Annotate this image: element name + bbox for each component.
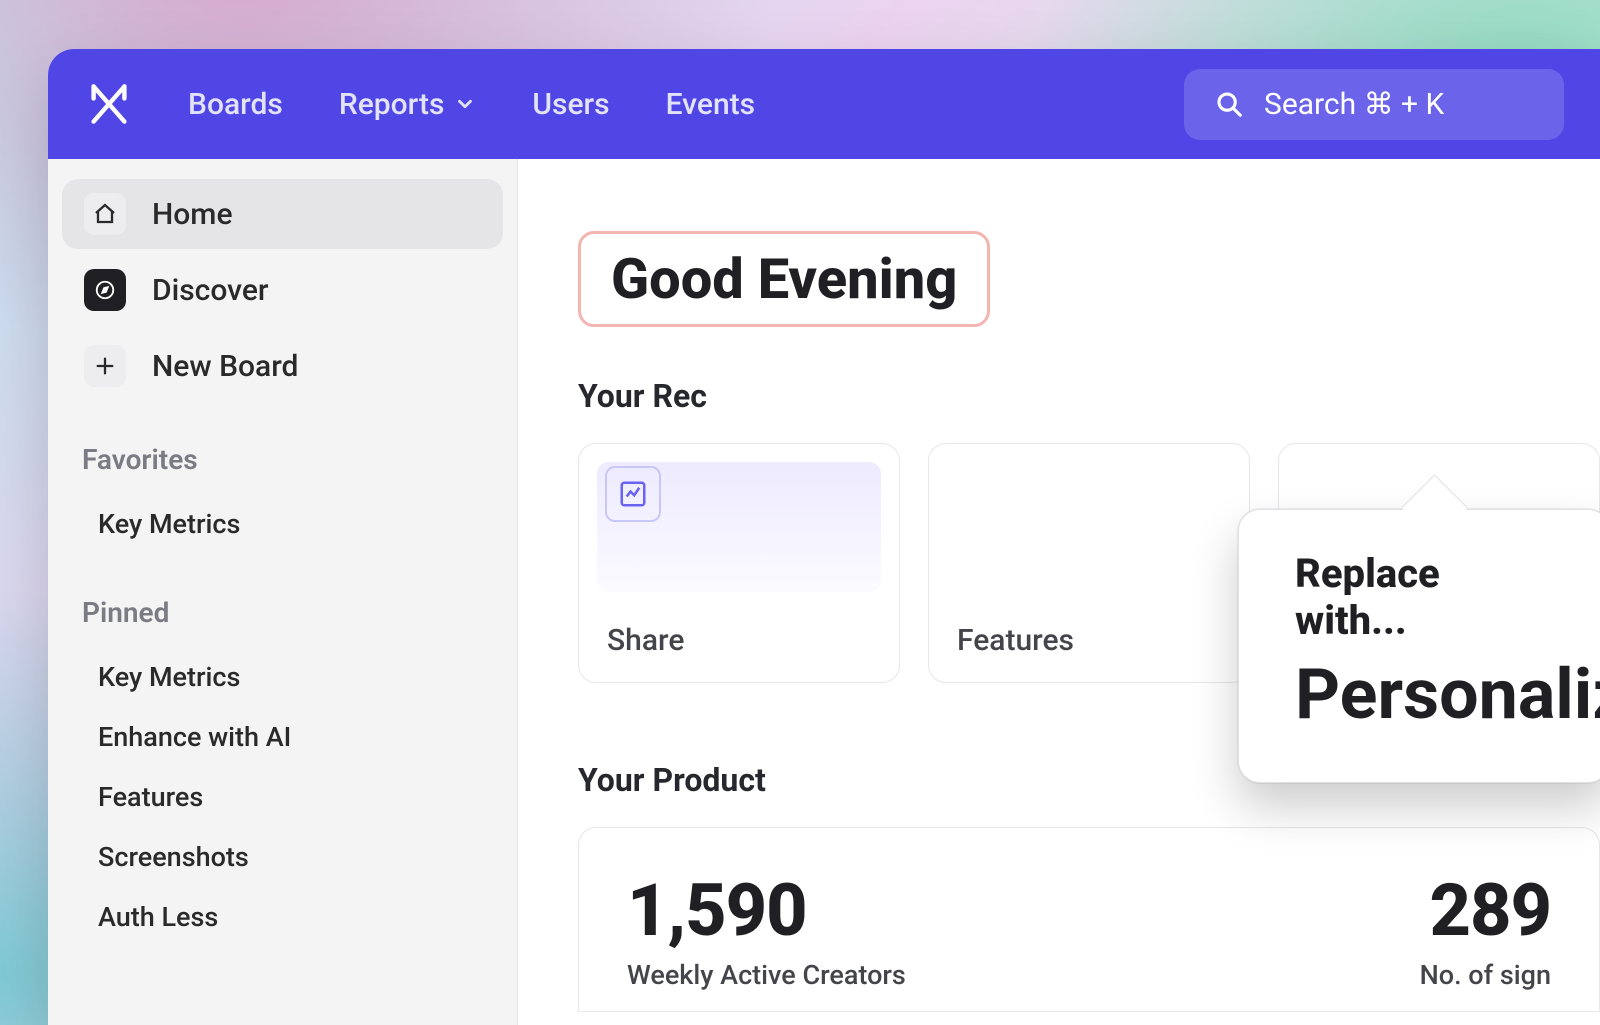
nav-users[interactable]: Users — [532, 87, 609, 122]
popover-text: Personalized demo for Joh — [1295, 654, 1553, 736]
sidebar-item-label: Discover — [152, 273, 269, 308]
search-input[interactable]: Search ⌘ + K — [1184, 69, 1564, 140]
compass-icon — [84, 269, 126, 311]
sidebar-section-title: Favorites — [82, 443, 483, 476]
plus-icon — [84, 345, 126, 387]
sidebar-link[interactable]: Enhance with AI — [82, 707, 483, 767]
sidebar-item-label: New Board — [152, 349, 298, 384]
sidebar-item-home[interactable]: Home — [62, 179, 503, 249]
sidebar-item-discover[interactable]: Discover — [62, 255, 503, 325]
popover-kicker: Replace with... — [1295, 550, 1553, 644]
metrics-row: 1,590 Weekly Active Creators 289 No. of … — [578, 827, 1600, 1012]
metric-label: Weekly Active Creators — [627, 959, 1069, 991]
sidebar-link[interactable]: Key Metrics — [82, 494, 483, 554]
metric: 1,590 Weekly Active Creators — [627, 868, 1069, 991]
chart-icon — [605, 466, 661, 522]
nav-boards[interactable]: Boards — [188, 87, 283, 122]
recent-card[interactable]: Share — [578, 443, 900, 683]
greeting-text: Good Evening — [611, 246, 957, 312]
greeting-highlight[interactable]: Good Evening — [578, 231, 990, 327]
metric-label: No. of sign — [1109, 959, 1551, 991]
search-placeholder: Search ⌘ + K — [1264, 87, 1444, 122]
recent-title: Your Rec — [578, 377, 1600, 415]
main-content: Good Evening Your Rec Share Features — [518, 159, 1600, 1025]
nav-label: Boards — [188, 87, 283, 122]
sidebar-section-title: Pinned — [82, 596, 483, 629]
metric: 289 No. of sign — [1109, 868, 1551, 991]
sidebar-section-pinned: Pinned Key Metrics Enhance with AI Featu… — [62, 596, 503, 947]
recent-card[interactable]: Features — [928, 443, 1250, 683]
top-nav: Boards Reports Users Events — [188, 87, 755, 122]
sidebar-link[interactable]: Features — [82, 767, 483, 827]
sidebar-section-favorites: Favorites Key Metrics — [62, 443, 503, 554]
sidebar-item-label: Home — [152, 197, 233, 232]
home-icon — [84, 193, 126, 235]
search-icon — [1214, 89, 1244, 119]
card-title: Features — [957, 623, 1221, 658]
metric-value: 1,590 — [627, 868, 1069, 953]
sidebar-link[interactable]: Screenshots — [82, 827, 483, 887]
sidebar: Home Discover New Board Favorites Key Me… — [48, 159, 518, 1025]
app-logo[interactable] — [84, 79, 134, 129]
product-section: Your Product 1,590 Weekly Active Creator… — [578, 761, 1600, 1012]
metric-value: 289 — [1109, 868, 1551, 953]
sidebar-link[interactable]: Key Metrics — [82, 647, 483, 707]
nav-events[interactable]: Events — [666, 87, 755, 122]
replace-popover[interactable]: Replace with... Personalized demo for Jo… — [1238, 509, 1600, 783]
nav-reports[interactable]: Reports — [339, 87, 477, 122]
sidebar-link[interactable]: Auth Less — [82, 887, 483, 947]
sidebar-item-new-board[interactable]: New Board — [62, 331, 503, 401]
topbar: Boards Reports Users Events Search ⌘ + K — [48, 49, 1600, 159]
nav-label: Events — [666, 87, 755, 122]
app-window: Boards Reports Users Events Search ⌘ + K… — [48, 49, 1600, 1025]
nav-label: Reports — [339, 87, 445, 122]
chevron-down-icon — [454, 93, 476, 115]
card-title: Share — [607, 623, 871, 658]
nav-label: Users — [532, 87, 609, 122]
